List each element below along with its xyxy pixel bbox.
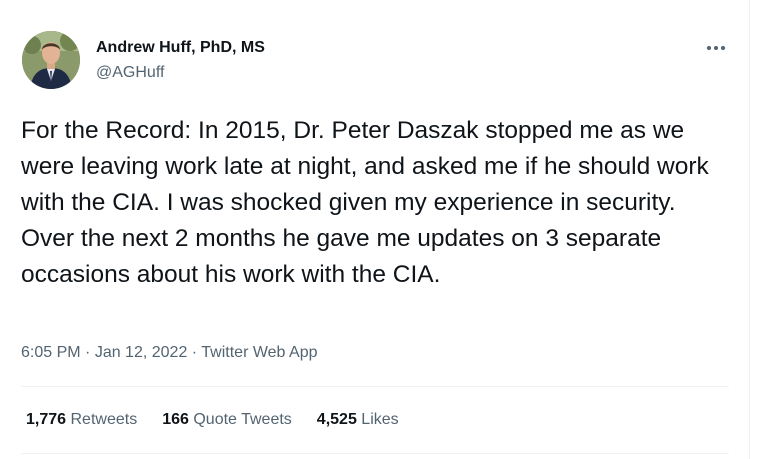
engagement-stats: 1,776 Retweets 166 Quote Tweets 4,525 Li… — [26, 409, 399, 431]
likes-label: Likes — [361, 411, 399, 428]
retweets-count: 1,776 — [26, 411, 67, 428]
more-options-button[interactable] — [700, 34, 732, 62]
tweet-text: For the Record: In 2015, Dr. Peter Dasza… — [21, 117, 709, 288]
tweet-time-link[interactable]: 6:05 PM — [21, 344, 81, 361]
retweets-stat[interactable]: 1,776 Retweets — [26, 409, 137, 431]
meta-separator: · — [187, 344, 202, 361]
tweet-metadata: 6:05 PM · Jan 12, 2022 · Twitter Web App — [21, 342, 317, 364]
author-name[interactable]: Andrew Huff, PhD, MS — [96, 38, 265, 58]
author-handle[interactable]: @AGHuff — [96, 63, 164, 83]
retweets-label: Retweets — [70, 411, 138, 428]
likes-stat[interactable]: 4,525 Likes — [317, 409, 399, 431]
quote-tweets-stat[interactable]: 166 Quote Tweets — [162, 409, 292, 431]
tweet-card: Andrew Huff, PhD, MS @AGHuff For the Rec… — [0, 0, 750, 459]
quote-tweets-count: 166 — [162, 411, 189, 428]
author-avatar[interactable] — [22, 31, 80, 89]
tweet-date-link[interactable]: Jan 12, 2022 — [95, 344, 188, 361]
meta-separator: · — [80, 344, 95, 361]
quote-tweets-label: Quote Tweets — [193, 411, 292, 428]
divider — [21, 453, 729, 454]
divider — [21, 386, 729, 387]
avatar-image — [22, 31, 80, 89]
likes-count: 4,525 — [316, 411, 357, 428]
tweet-source-link[interactable]: Twitter Web App — [201, 344, 317, 361]
more-horizontal-icon — [707, 46, 725, 50]
